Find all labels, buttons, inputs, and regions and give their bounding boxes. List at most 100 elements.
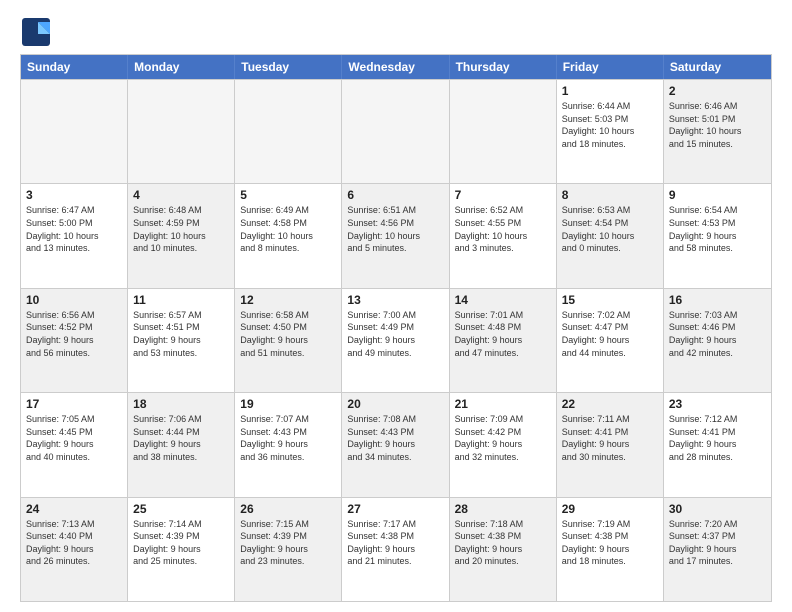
day-number: 9 [669,188,766,202]
day-info: Sunrise: 7:05 AMSunset: 4:45 PMDaylight:… [26,413,122,463]
day-info: Sunrise: 7:07 AMSunset: 4:43 PMDaylight:… [240,413,336,463]
day-info: Sunrise: 6:47 AMSunset: 5:00 PMDaylight:… [26,204,122,254]
day-number: 23 [669,397,766,411]
day-number: 3 [26,188,122,202]
cal-cell-3-6: 23 Sunrise: 7:12 AMSunset: 4:41 PMDayligh… [664,393,771,496]
day-number: 12 [240,293,336,307]
cal-cell-2-6: 16 Sunrise: 7:03 AMSunset: 4:46 PMDayligh… [664,289,771,392]
day-info: Sunrise: 7:12 AMSunset: 4:41 PMDaylight:… [669,413,766,463]
cal-cell-2-2: 12 Sunrise: 6:58 AMSunset: 4:50 PMDayligh… [235,289,342,392]
cal-cell-1-2: 5Sunrise: 6:49 AMSunset: 4:58 PMDaylight… [235,184,342,287]
day-number: 20 [347,397,443,411]
day-info: Sunrise: 7:08 AMSunset: 4:43 PMDaylight:… [347,413,443,463]
cal-cell-1-5: 8Sunrise: 6:53 AMSunset: 4:54 PMDaylight… [557,184,664,287]
day-info: Sunrise: 6:46 AMSunset: 5:01 PMDaylight:… [669,100,766,150]
cal-cell-4-3: 27 Sunrise: 7:17 AMSunset: 4:38 PMDayligh… [342,498,449,601]
day-info: Sunrise: 6:53 AMSunset: 4:54 PMDaylight:… [562,204,658,254]
cal-cell-0-3 [342,80,449,183]
page: SundayMondayTuesdayWednesdayThursdayFrid… [0,0,792,612]
day-info: Sunrise: 7:14 AMSunset: 4:39 PMDaylight:… [133,518,229,568]
cal-cell-1-6: 9 Sunrise: 6:54 AMSunset: 4:53 PMDaylight… [664,184,771,287]
cal-cell-4-4: 28Sunrise: 7:18 AMSunset: 4:38 PMDayligh… [450,498,557,601]
day-number: 26 [240,502,336,516]
cal-cell-3-5: 22 Sunrise: 7:11 AMSunset: 4:41 PMDayligh… [557,393,664,496]
header-day-sunday: Sunday [21,55,128,79]
day-number: 11 [133,293,229,307]
day-info: Sunrise: 7:15 AMSunset: 4:39 PMDaylight:… [240,518,336,568]
cal-cell-3-2: 19 Sunrise: 7:07 AMSunset: 4:43 PMDayligh… [235,393,342,496]
day-number: 6 [347,188,443,202]
calendar-row-4: 24 Sunrise: 7:13 AMSunset: 4:40 PMDayligh… [21,497,771,601]
cal-cell-3-0: 17 Sunrise: 7:05 AMSunset: 4:45 PMDayligh… [21,393,128,496]
cal-cell-3-3: 20 Sunrise: 7:08 AMSunset: 4:43 PMDayligh… [342,393,449,496]
day-info: Sunrise: 7:01 AMSunset: 4:48 PMDaylight:… [455,309,551,359]
day-info: Sunrise: 6:44 AMSunset: 5:03 PMDaylight:… [562,100,658,150]
day-info: Sunrise: 7:06 AMSunset: 4:44 PMDaylight:… [133,413,229,463]
day-info: Sunrise: 6:58 AMSunset: 4:50 PMDaylight:… [240,309,336,359]
day-info: Sunrise: 7:03 AMSunset: 4:46 PMDaylight:… [669,309,766,359]
calendar-row-3: 17 Sunrise: 7:05 AMSunset: 4:45 PMDayligh… [21,392,771,496]
day-info: Sunrise: 6:52 AMSunset: 4:55 PMDaylight:… [455,204,551,254]
day-info: Sunrise: 6:54 AMSunset: 4:53 PMDaylight:… [669,204,766,254]
day-info: Sunrise: 7:02 AMSunset: 4:47 PMDaylight:… [562,309,658,359]
header-day-tuesday: Tuesday [235,55,342,79]
day-info: Sunrise: 7:13 AMSunset: 4:40 PMDaylight:… [26,518,122,568]
day-info: Sunrise: 7:19 AMSunset: 4:38 PMDaylight:… [562,518,658,568]
day-number: 19 [240,397,336,411]
cal-cell-0-1 [128,80,235,183]
cal-cell-1-1: 4 Sunrise: 6:48 AMSunset: 4:59 PMDaylight… [128,184,235,287]
day-number: 16 [669,293,766,307]
day-info: Sunrise: 7:18 AMSunset: 4:38 PMDaylight:… [455,518,551,568]
cal-cell-4-1: 25 Sunrise: 7:14 AMSunset: 4:39 PMDayligh… [128,498,235,601]
day-number: 10 [26,293,122,307]
cal-cell-0-4 [450,80,557,183]
logo-icon [20,16,48,44]
day-info: Sunrise: 7:11 AMSunset: 4:41 PMDaylight:… [562,413,658,463]
day-number: 17 [26,397,122,411]
header-day-saturday: Saturday [664,55,771,79]
cal-cell-0-5: 1 Sunrise: 6:44 AMSunset: 5:03 PMDaylight… [557,80,664,183]
cal-cell-0-0 [21,80,128,183]
calendar-row-0: 1 Sunrise: 6:44 AMSunset: 5:03 PMDaylight… [21,79,771,183]
header-day-friday: Friday [557,55,664,79]
cal-cell-1-0: 3 Sunrise: 6:47 AMSunset: 5:00 PMDaylight… [21,184,128,287]
header-day-monday: Monday [128,55,235,79]
calendar: SundayMondayTuesdayWednesdayThursdayFrid… [20,54,772,602]
day-info: Sunrise: 7:09 AMSunset: 4:42 PMDaylight:… [455,413,551,463]
cal-cell-3-4: 21Sunrise: 7:09 AMSunset: 4:42 PMDayligh… [450,393,557,496]
cal-cell-0-2 [235,80,342,183]
calendar-row-1: 3 Sunrise: 6:47 AMSunset: 5:00 PMDaylight… [21,183,771,287]
cal-cell-4-5: 29 Sunrise: 7:19 AMSunset: 4:38 PMDayligh… [557,498,664,601]
day-number: 18 [133,397,229,411]
day-number: 25 [133,502,229,516]
day-number: 4 [133,188,229,202]
calendar-body: 1 Sunrise: 6:44 AMSunset: 5:03 PMDaylight… [21,79,771,601]
logo [20,16,52,44]
cal-cell-4-0: 24 Sunrise: 7:13 AMSunset: 4:40 PMDayligh… [21,498,128,601]
cal-cell-0-6: 2 Sunrise: 6:46 AMSunset: 5:01 PMDaylight… [664,80,771,183]
day-number: 13 [347,293,443,307]
day-number: 7 [455,188,551,202]
day-number: 22 [562,397,658,411]
calendar-header: SundayMondayTuesdayWednesdayThursdayFrid… [21,55,771,79]
day-number: 15 [562,293,658,307]
day-number: 2 [669,84,766,98]
header-day-thursday: Thursday [450,55,557,79]
calendar-row-2: 10Sunrise: 6:56 AMSunset: 4:52 PMDayligh… [21,288,771,392]
day-number: 24 [26,502,122,516]
day-number: 29 [562,502,658,516]
cal-cell-2-0: 10Sunrise: 6:56 AMSunset: 4:52 PMDayligh… [21,289,128,392]
day-number: 27 [347,502,443,516]
day-info: Sunrise: 7:17 AMSunset: 4:38 PMDaylight:… [347,518,443,568]
day-info: Sunrise: 6:51 AMSunset: 4:56 PMDaylight:… [347,204,443,254]
cal-cell-1-4: 7 Sunrise: 6:52 AMSunset: 4:55 PMDaylight… [450,184,557,287]
day-info: Sunrise: 6:48 AMSunset: 4:59 PMDaylight:… [133,204,229,254]
header-day-wednesday: Wednesday [342,55,449,79]
day-number: 1 [562,84,658,98]
day-number: 14 [455,293,551,307]
day-number: 5 [240,188,336,202]
day-number: 30 [669,502,766,516]
cal-cell-2-5: 15 Sunrise: 7:02 AMSunset: 4:47 PMDayligh… [557,289,664,392]
cal-cell-4-2: 26 Sunrise: 7:15 AMSunset: 4:39 PMDayligh… [235,498,342,601]
cal-cell-2-4: 14 Sunrise: 7:01 AMSunset: 4:48 PMDayligh… [450,289,557,392]
